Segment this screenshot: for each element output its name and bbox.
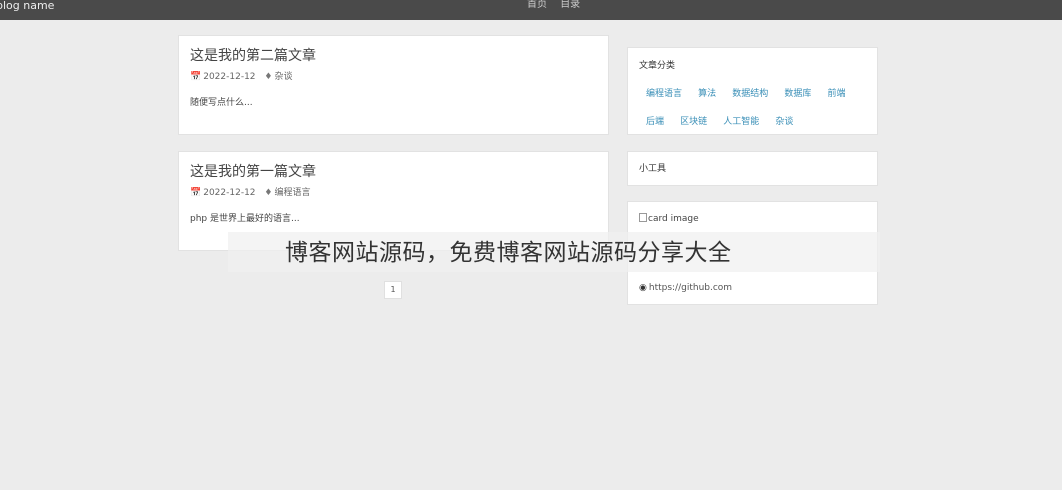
post-tag-link[interactable]: 杂谈 xyxy=(274,72,292,82)
nav-item-catalog[interactable]: 目录 xyxy=(560,0,580,10)
github-link[interactable]: ◉ https://github.com xyxy=(639,282,732,294)
category-link[interactable]: 前端 xyxy=(827,88,845,100)
tools-title: 小工具 xyxy=(639,164,667,174)
category-list: 编程语言 算法 数据结构 数据库 前端 后端 区块链 人工智能 杂谈 xyxy=(639,81,864,137)
category-link[interactable]: 区块链 xyxy=(680,116,707,128)
post-title-link[interactable]: 这是我的第一篇文章 xyxy=(190,163,597,181)
nav-menu: 首页 目录 xyxy=(527,0,590,10)
post-meta: 📅 2022-12-12 ♦ 杂谈 xyxy=(190,71,597,83)
pagination-page-1[interactable]: 1 xyxy=(384,281,402,299)
broken-image-icon xyxy=(639,213,647,222)
categories-widget: 文章分类 编程语言 算法 数据结构 数据库 前端 后端 区块链 人工智能 杂谈 xyxy=(627,47,878,135)
calendar-icon: 📅 xyxy=(190,72,202,82)
github-icon: ◉ xyxy=(639,283,647,293)
post-title-link[interactable]: 这是我的第二篇文章 xyxy=(190,47,597,65)
category-link[interactable]: 数据库 xyxy=(784,88,811,100)
category-link[interactable]: 数据结构 xyxy=(732,88,768,100)
post-excerpt: php 是世界上最好的语言... xyxy=(190,214,300,224)
post-date: 2022-12-12 xyxy=(203,72,256,82)
category-link[interactable]: 人工智能 xyxy=(723,116,759,128)
top-navbar: blog name 首页 目录 xyxy=(0,0,1062,20)
tools-widget: 小工具 xyxy=(627,151,878,186)
calendar-icon: 📅 xyxy=(190,188,202,198)
nav-item-home[interactable]: 首页 xyxy=(527,0,547,10)
category-link[interactable]: 后端 xyxy=(646,116,664,128)
brand-logo-text[interactable]: blog name xyxy=(0,0,54,12)
tag-icon: ♦ xyxy=(264,188,273,198)
categories-title: 文章分类 xyxy=(639,61,676,71)
post-card: 这是我的第二篇文章 📅 2022-12-12 ♦ 杂谈 随便写点什么... xyxy=(178,35,609,135)
tag-icon: ♦ xyxy=(264,72,273,82)
post-tag-link[interactable]: 编程语言 xyxy=(274,188,310,198)
post-meta: 📅 2022-12-12 ♦ 编程语言 xyxy=(190,187,597,199)
category-link[interactable]: 杂谈 xyxy=(775,116,793,128)
post-date: 2022-12-12 xyxy=(203,188,256,198)
category-link[interactable]: 算法 xyxy=(698,88,716,100)
card-image-placeholder: card image xyxy=(639,213,866,225)
watermark-caption: 博客网站源码，免费博客网站源码分享大全 xyxy=(285,240,732,266)
category-link[interactable]: 编程语言 xyxy=(646,88,682,100)
github-link-text[interactable]: https://github.com xyxy=(649,283,732,293)
post-excerpt: 随便写点什么... xyxy=(190,98,253,108)
card-image-alt: card image xyxy=(648,214,699,224)
